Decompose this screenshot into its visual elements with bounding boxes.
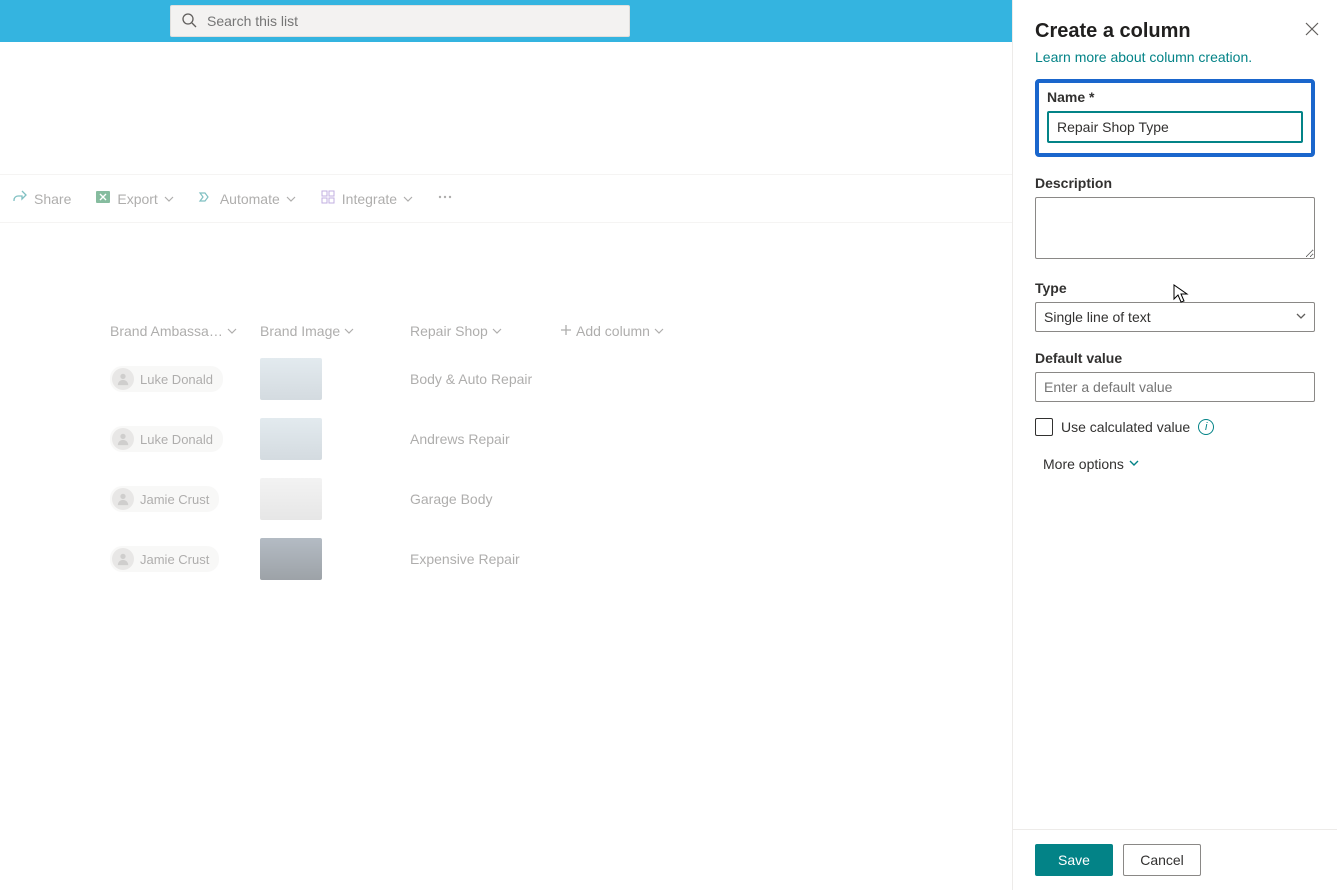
avatar-icon bbox=[112, 488, 134, 510]
add-column-label: Add column bbox=[576, 323, 650, 339]
repair-shop-cell: Garage Body bbox=[410, 491, 660, 507]
persona-name: Luke Donald bbox=[140, 372, 213, 387]
repair-shop-cell: Andrews Repair bbox=[410, 431, 660, 447]
panel-footer: Save Cancel bbox=[1013, 829, 1337, 890]
type-label: Type bbox=[1035, 280, 1315, 296]
description-label: Description bbox=[1035, 175, 1315, 191]
panel-title: Create a column bbox=[1035, 20, 1315, 43]
save-button[interactable]: Save bbox=[1035, 844, 1113, 876]
default-value-label: Default value bbox=[1035, 350, 1315, 366]
persona-chip: Jamie Crust bbox=[110, 486, 219, 512]
more-button[interactable] bbox=[425, 175, 465, 222]
description-input[interactable] bbox=[1035, 197, 1315, 259]
column-header-label: Brand Image bbox=[260, 323, 340, 339]
chevron-down-icon bbox=[1128, 456, 1140, 472]
column-header-label: Brand Ambassa… bbox=[110, 323, 223, 339]
name-label: Name * bbox=[1047, 89, 1303, 105]
calculated-value-label: Use calculated value bbox=[1061, 419, 1190, 435]
avatar-icon bbox=[112, 548, 134, 570]
plus-icon bbox=[560, 323, 572, 339]
close-button[interactable] bbox=[1305, 22, 1319, 39]
excel-icon bbox=[95, 189, 111, 208]
export-label: Export bbox=[117, 191, 157, 207]
more-options-toggle[interactable]: More options bbox=[1043, 456, 1315, 472]
automate-label: Automate bbox=[220, 191, 280, 207]
persona-chip: Jamie Crust bbox=[110, 546, 219, 572]
calculated-value-checkbox[interactable] bbox=[1035, 418, 1053, 436]
persona-name: Jamie Crust bbox=[140, 492, 209, 507]
column-header-repair-shop[interactable]: Repair Shop bbox=[410, 323, 560, 339]
persona-name: Jamie Crust bbox=[140, 552, 209, 567]
type-select[interactable] bbox=[1035, 302, 1315, 332]
brand-image-thumbnail bbox=[260, 358, 322, 400]
name-input[interactable] bbox=[1047, 111, 1303, 143]
more-options-label: More options bbox=[1043, 456, 1124, 472]
brand-image-thumbnail bbox=[260, 418, 322, 460]
search-icon bbox=[181, 12, 205, 31]
integrate-icon bbox=[320, 189, 336, 208]
integrate-button[interactable]: Integrate bbox=[308, 175, 425, 222]
chevron-down-icon bbox=[344, 323, 354, 339]
cancel-button[interactable]: Cancel bbox=[1123, 844, 1201, 876]
column-header-brand-ambassador[interactable]: Brand Ambassa… bbox=[110, 323, 260, 339]
brand-image-thumbnail bbox=[260, 538, 322, 580]
persona-chip: Luke Donald bbox=[110, 366, 223, 392]
flow-icon bbox=[198, 189, 214, 208]
column-header-brand-image[interactable]: Brand Image bbox=[260, 323, 410, 339]
share-label: Share bbox=[34, 191, 71, 207]
repair-shop-cell: Body & Auto Repair bbox=[410, 371, 660, 387]
name-field-highlight: Name * bbox=[1035, 79, 1315, 157]
column-header-label: Repair Shop bbox=[410, 323, 488, 339]
avatar-icon bbox=[112, 428, 134, 450]
share-icon bbox=[12, 189, 28, 208]
chevron-down-icon bbox=[492, 323, 502, 339]
brand-image-thumbnail bbox=[260, 478, 322, 520]
chevron-down-icon bbox=[286, 191, 296, 207]
chevron-down-icon bbox=[164, 191, 174, 207]
add-column-button[interactable]: Add column bbox=[560, 323, 710, 339]
automate-button[interactable]: Automate bbox=[186, 175, 308, 222]
learn-more-link[interactable]: Learn more about column creation. bbox=[1035, 49, 1252, 65]
avatar-icon bbox=[112, 368, 134, 390]
chevron-down-icon bbox=[654, 323, 664, 339]
persona-name: Luke Donald bbox=[140, 432, 213, 447]
integrate-label: Integrate bbox=[342, 191, 397, 207]
search-input[interactable] bbox=[205, 12, 619, 30]
persona-chip: Luke Donald bbox=[110, 426, 223, 452]
export-button[interactable]: Export bbox=[83, 175, 185, 222]
create-column-panel: Create a column Learn more about column … bbox=[1012, 0, 1337, 890]
chevron-down-icon bbox=[227, 323, 237, 339]
chevron-down-icon bbox=[403, 191, 413, 207]
ellipsis-icon bbox=[437, 189, 453, 208]
share-button[interactable]: Share bbox=[0, 175, 83, 222]
info-icon[interactable]: i bbox=[1198, 419, 1214, 435]
search-box[interactable] bbox=[170, 5, 630, 37]
repair-shop-cell: Expensive Repair bbox=[410, 551, 660, 567]
default-value-input[interactable] bbox=[1035, 372, 1315, 402]
